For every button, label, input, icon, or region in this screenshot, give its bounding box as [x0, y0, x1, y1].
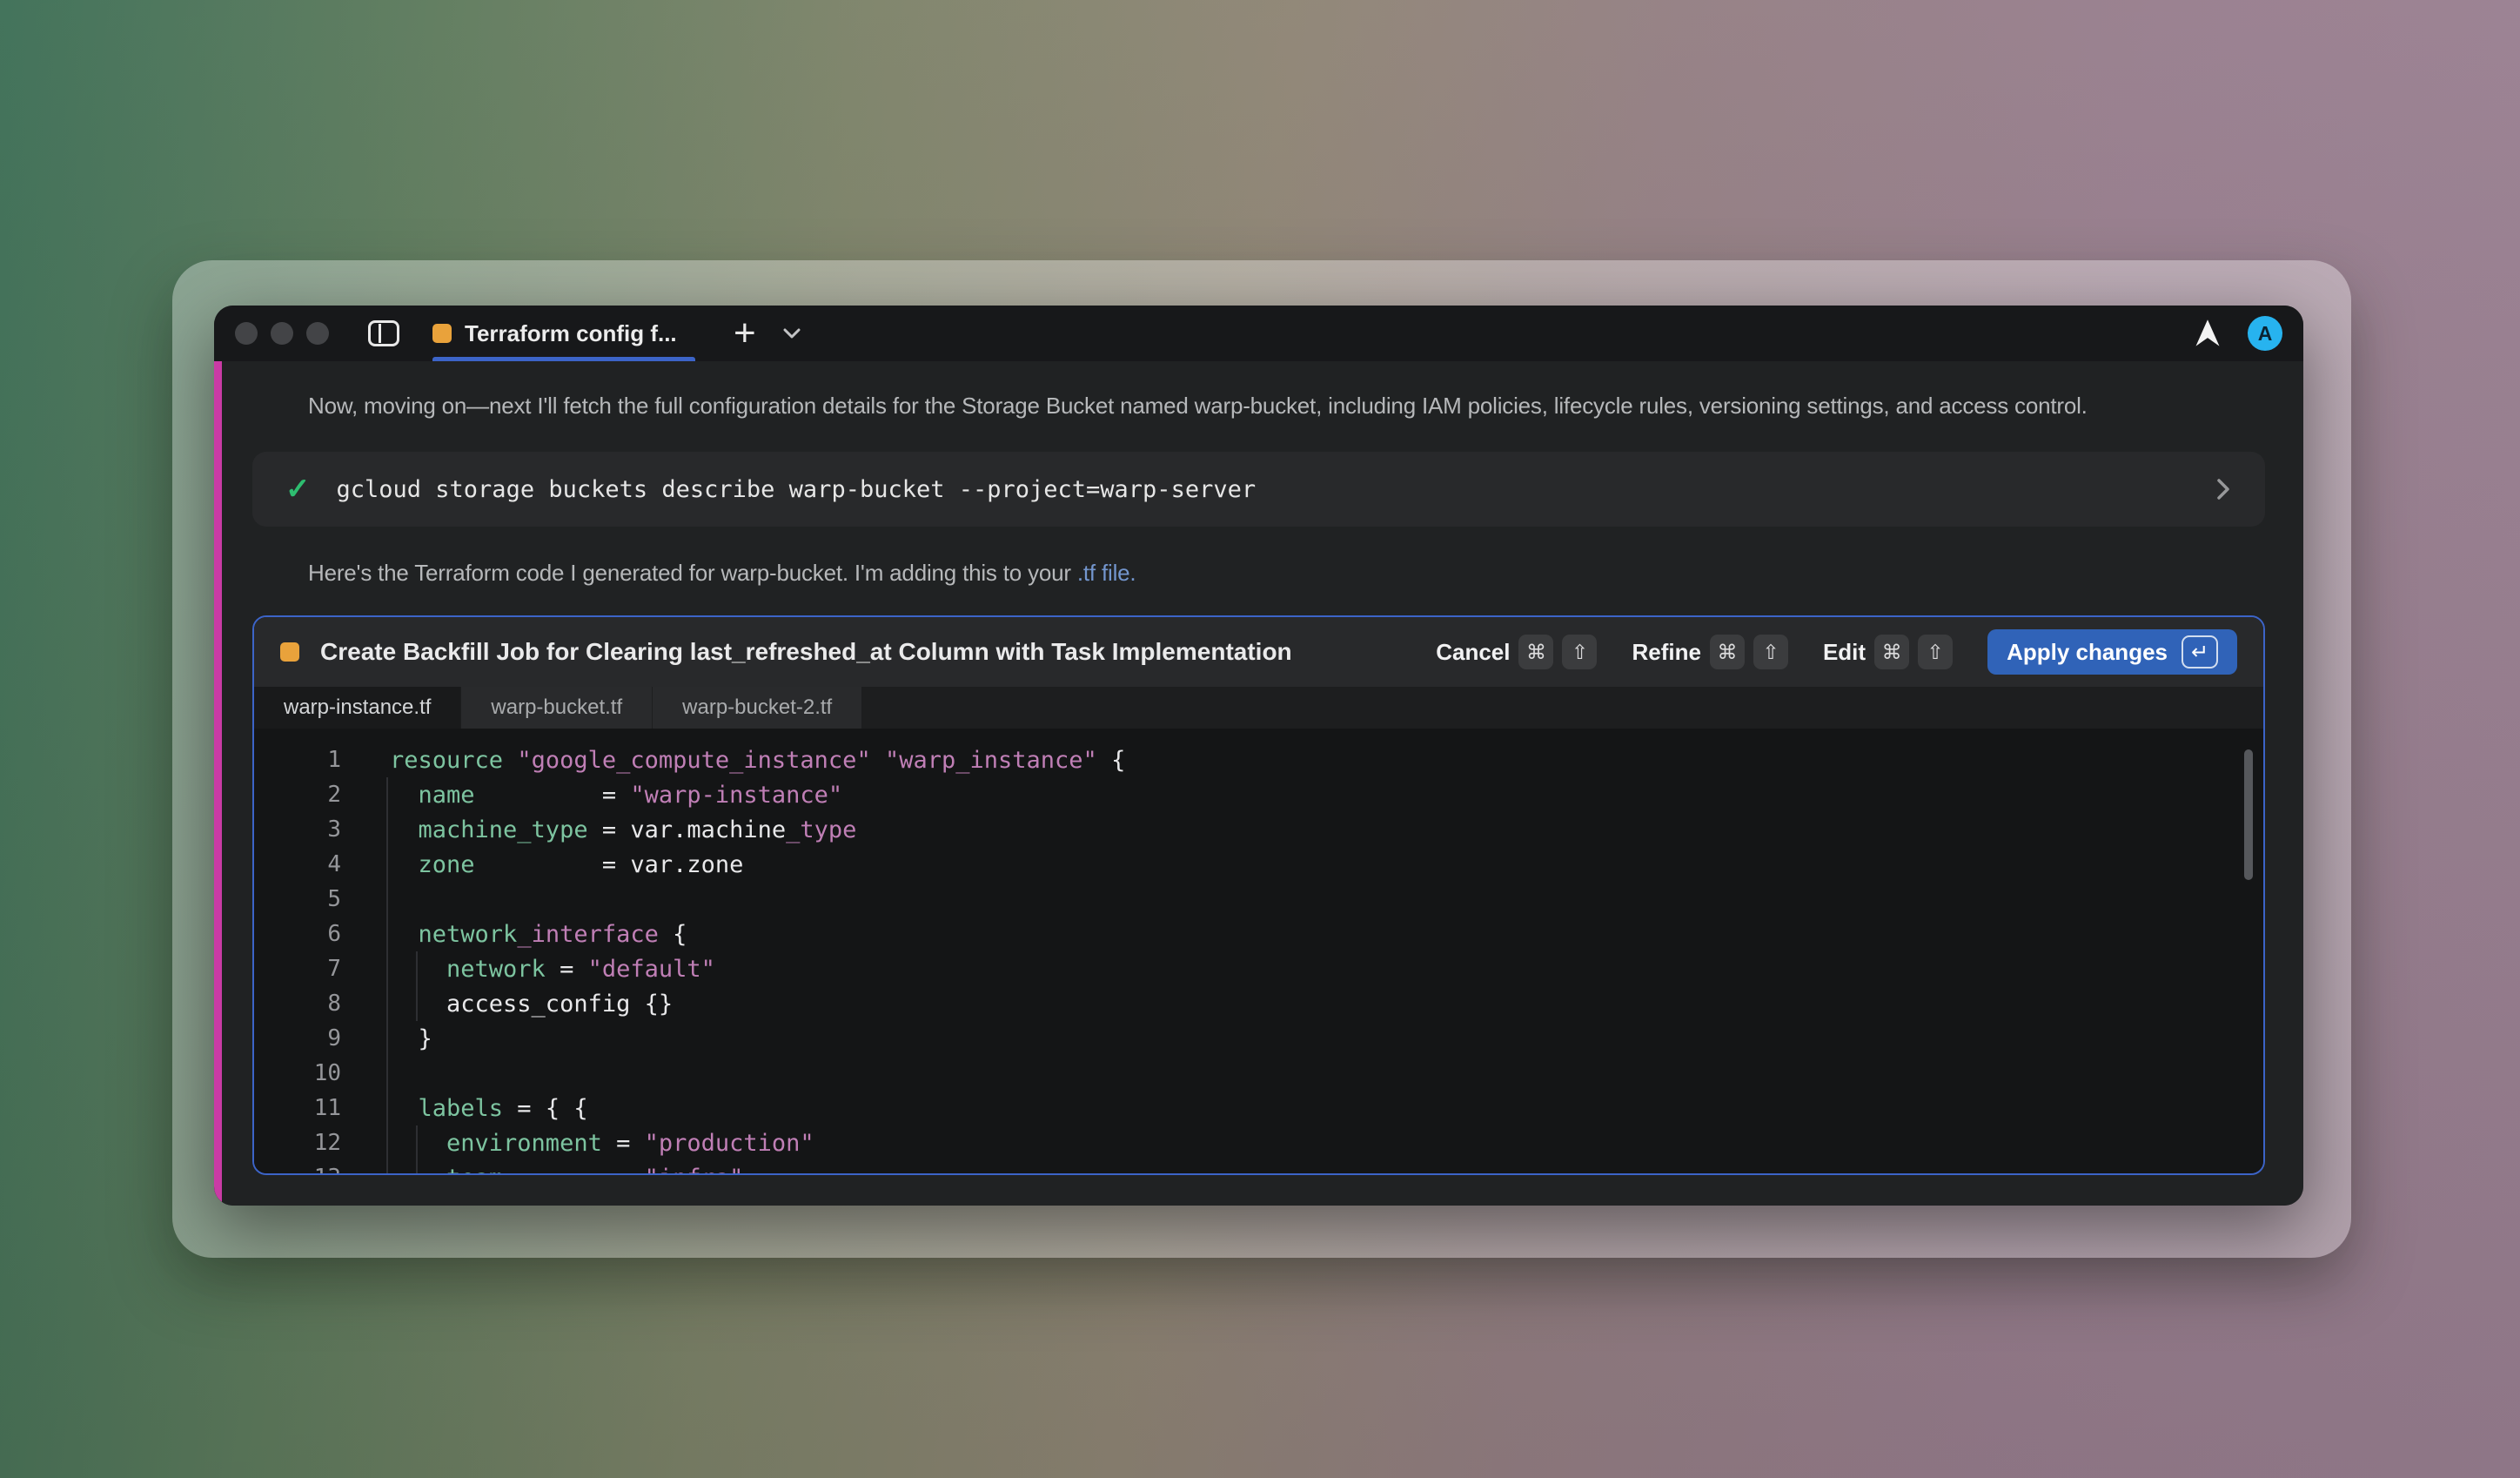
panel-status-icon: [280, 642, 299, 662]
tab-dropdown-button[interactable]: [781, 326, 803, 341]
code-text: labels = { {: [390, 1095, 588, 1122]
tab-status-icon: [432, 324, 452, 343]
code-diff-panel: Create Backfill Job for Clearing last_re…: [252, 615, 2265, 1175]
terminal-tab[interactable]: Terraform config f...: [432, 306, 695, 361]
chevron-right-icon: [2215, 476, 2232, 502]
cmd-keycap: ⌘: [1518, 635, 1553, 669]
code-text: network = "default": [390, 956, 715, 983]
chevron-down-icon: [781, 326, 803, 341]
code-line: 12 environment = "production": [254, 1125, 2263, 1160]
code-line: 11 labels = { {: [254, 1091, 2263, 1125]
code-text: environment = "production": [390, 1130, 814, 1157]
tf-file-link[interactable]: .tf file.: [1077, 560, 1136, 586]
account-avatar[interactable]: A: [2248, 316, 2282, 351]
success-check-icon: ✓: [285, 472, 311, 507]
file-tab[interactable]: warp-bucket.tf: [461, 687, 653, 729]
code-line: 2 name = "warp-instance": [254, 777, 2263, 812]
panel-actions: Cancel ⌘ ⇧ Refine ⌘ ⇧ Edit ⌘ ⇧: [1401, 629, 2237, 675]
code-text: machine_type = var.machine_type: [390, 816, 856, 843]
line-number: 13: [254, 1165, 341, 1173]
line-number: 11: [254, 1095, 341, 1121]
line-number: 9: [254, 1025, 341, 1051]
code-line: 9 }: [254, 1021, 2263, 1056]
code-text: name = "warp-instance": [390, 782, 842, 809]
code-line: 4 zone = var.zone: [254, 847, 2263, 882]
line-number: 7: [254, 956, 341, 982]
code-line: 5: [254, 882, 2263, 917]
code-line: 7 network = "default": [254, 951, 2263, 986]
cmd-keycap: ⌘: [1874, 635, 1909, 669]
code-editor: 1 resource "google_compute_instance" "war…: [254, 729, 2263, 1173]
cmd-keycap: ⌘: [1710, 635, 1745, 669]
command-text: gcloud storage buckets describe warp-buc…: [337, 476, 1257, 503]
code-text: }: [390, 1025, 432, 1052]
avatar-letter: A: [2258, 322, 2273, 346]
expand-command-button[interactable]: [2215, 476, 2232, 502]
sidebar-icon: [368, 320, 399, 346]
indent-guide: [386, 777, 388, 1173]
agent-message: Now, moving on—next I'll fetch the full …: [308, 391, 2265, 420]
warp-logo-icon: [2192, 319, 2223, 348]
file-tab[interactable]: warp-bucket-2.tf: [653, 687, 862, 729]
minimize-button[interactable]: [271, 322, 293, 345]
desktop-background: Terraform config f... + A Now, moving on…: [0, 0, 2520, 1478]
sidebar-toggle-button[interactable]: [366, 319, 401, 348]
agent-message: Here's the Terraform code I generated fo…: [308, 558, 2265, 588]
line-number: 12: [254, 1130, 341, 1156]
line-number: 5: [254, 886, 341, 912]
code-line: 6 network_interface {: [254, 917, 2263, 951]
cancel-button[interactable]: Cancel ⌘ ⇧: [1436, 635, 1597, 669]
code-line: 1 resource "google_compute_instance" "war…: [254, 742, 2263, 777]
indent-guide: [416, 951, 418, 1021]
code-text: zone = var.zone: [390, 851, 743, 878]
file-tab[interactable]: warp-instance.tf: [254, 687, 461, 729]
code-text: team = "infra": [390, 1165, 743, 1174]
shift-keycap: ⇧: [1918, 635, 1953, 669]
tab-title: Terraform config f...: [465, 320, 677, 347]
line-number: 3: [254, 816, 341, 843]
file-tabs: warp-instance.tfwarp-bucket.tfwarp-bucke…: [254, 687, 2263, 729]
code-line: 10: [254, 1056, 2263, 1091]
code-lines: 1 resource "google_compute_instance" "war…: [254, 742, 2263, 1173]
titlebar-right: A: [2192, 316, 2282, 351]
app-window: Terraform config f... + A Now, moving on…: [214, 306, 2303, 1206]
block-indicator-stripe: [214, 361, 222, 1206]
line-number: 10: [254, 1060, 341, 1086]
scrollbar[interactable]: [2244, 749, 2253, 880]
panel-header: Create Backfill Job for Clearing last_re…: [254, 617, 2263, 687]
chat-pane: Now, moving on—next I'll fetch the full …: [214, 361, 2303, 1206]
apply-changes-button[interactable]: Apply changes ↵: [1987, 629, 2237, 675]
code-line: 13 team = "infra": [254, 1160, 2263, 1173]
shift-keycap: ⇧: [1562, 635, 1597, 669]
line-number: 2: [254, 782, 341, 808]
line-number: 4: [254, 851, 341, 877]
maximize-button[interactable]: [306, 322, 329, 345]
edit-button[interactable]: Edit ⌘ ⇧: [1823, 635, 1953, 669]
refine-button[interactable]: Refine ⌘ ⇧: [1632, 635, 1787, 669]
code-line: 8 access_config {}: [254, 986, 2263, 1021]
line-number: 1: [254, 747, 341, 773]
line-number: 8: [254, 991, 341, 1017]
command-block[interactable]: ✓ gcloud storage buckets describe warp-b…: [252, 452, 2265, 527]
shift-keycap: ⇧: [1753, 635, 1788, 669]
new-tab-button[interactable]: +: [734, 314, 756, 353]
code-text: resource "google_compute_instance" "warp…: [390, 747, 1125, 774]
indent-guide: [416, 1125, 418, 1173]
titlebar: Terraform config f... + A: [214, 306, 2303, 361]
line-number: 6: [254, 921, 341, 947]
code-text: network_interface {: [390, 921, 687, 948]
return-keycap: ↵: [2182, 635, 2218, 668]
panel-title: Create Backfill Job for Clearing last_re…: [320, 638, 1292, 666]
code-text: access_config {}: [390, 991, 673, 1018]
message-text: Here's the Terraform code I generated fo…: [308, 560, 1077, 586]
code-line: 3 machine_type = var.machine_type: [254, 812, 2263, 847]
close-button[interactable]: [235, 322, 258, 345]
